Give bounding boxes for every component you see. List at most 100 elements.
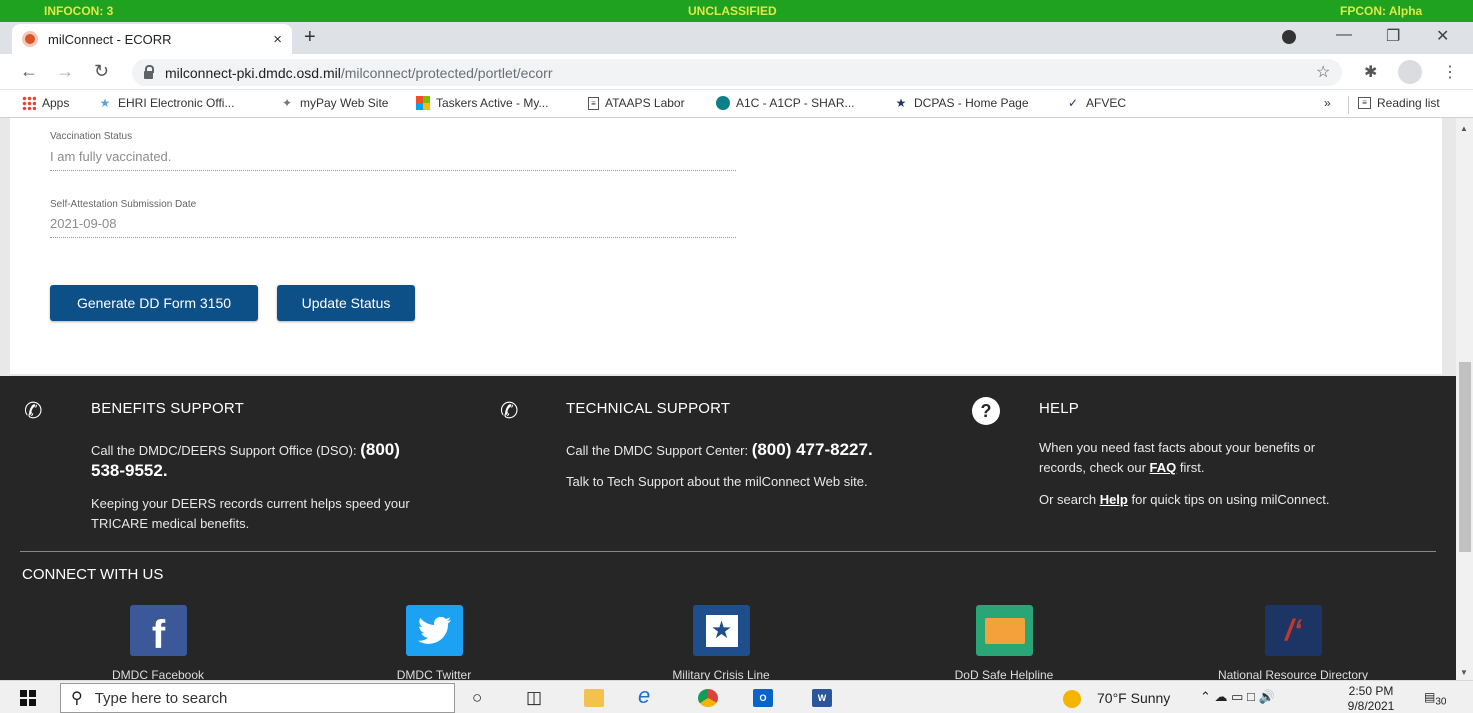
search-icon: ⚲ — [71, 690, 83, 707]
taskbar-clock[interactable]: 2:50 PM 9/8/2021 — [1340, 684, 1402, 713]
crisis-line-label[interactable]: Military Crisis Line — [621, 668, 821, 680]
reading-list-button[interactable]: ≡ Reading list — [1358, 96, 1440, 110]
notification-count: 30 — [1435, 696, 1447, 708]
bookmarks-overflow-icon[interactable]: » — [1324, 96, 1331, 110]
windows-start-icon[interactable] — [20, 690, 36, 706]
bookmark-dcpas[interactable]: ★ DCPAS - Home Page — [894, 96, 1029, 110]
submission-date-label: Self-Attestation Submission Date — [50, 199, 197, 210]
file-explorer-icon[interactable] — [584, 689, 604, 707]
technical-note: Talk to Tech Support about the milConnec… — [566, 474, 868, 489]
bookmark-mypay[interactable]: ✦ myPay Web Site — [280, 96, 389, 110]
nrd-icon[interactable]: /‘ — [1265, 605, 1322, 656]
tab-search-icon[interactable] — [1282, 30, 1296, 44]
help-line: When you need fast facts about your bene… — [1039, 440, 1316, 455]
bookmark-label: A1C - A1CP - SHAR... — [736, 96, 855, 110]
lock-icon[interactable] — [144, 64, 154, 79]
vaccination-status-label: Vaccination Status — [50, 131, 133, 142]
word-icon[interactable]: W — [812, 689, 832, 707]
help-text: When you need fast facts about your bene… — [1039, 438, 1439, 478]
connect-with-us-title: CONNECT WITH US — [22, 566, 164, 583]
eagle-icon: ✦ — [281, 96, 293, 110]
bookmark-apps[interactable]: Apps — [22, 96, 69, 110]
safe-helpline-icon[interactable] — [976, 605, 1033, 656]
scroll-down-icon[interactable]: ▼ — [1460, 668, 1468, 677]
benefits-support-text: Call the DMDC/DEERS Support Office (DSO)… — [91, 440, 491, 482]
nrd-label[interactable]: National Resource Directory — [1193, 668, 1393, 680]
forward-icon[interactable]: → — [56, 61, 74, 82]
crisis-star-glyph: ★ — [705, 614, 738, 647]
bookmark-label: EHRI Electronic Offi... — [118, 96, 235, 110]
facebook-label[interactable]: DMDC Facebook — [58, 668, 258, 680]
help-line: first. — [1176, 460, 1205, 475]
scroll-up-icon[interactable]: ▲ — [1460, 124, 1468, 133]
faq-link[interactable]: FAQ — [1150, 460, 1177, 475]
benefits-note-line: Keeping your DEERS records current helps… — [91, 496, 410, 511]
twitter-label[interactable]: DMDC Twitter — [334, 668, 534, 680]
generate-dd-form-3150-button[interactable]: Generate DD Form 3150 — [50, 285, 258, 321]
new-tab-button[interactable]: + — [304, 26, 316, 49]
scrollbar-thumb[interactable] — [1459, 362, 1471, 552]
nrd-logo-glyph: /‘ — [1285, 613, 1302, 647]
task-view-icon[interactable]: ◫ — [526, 688, 542, 708]
bookmark-afvec[interactable]: ✓ AFVEC — [1066, 96, 1126, 110]
facebook-icon[interactable]: f — [130, 605, 187, 657]
field-underline — [50, 170, 736, 171]
bookmark-a1c[interactable]: A1C - A1CP - SHAR... — [716, 96, 854, 110]
field-underline — [50, 237, 736, 238]
clock-time: 2:50 PM — [1348, 684, 1394, 698]
system-tray-icons[interactable]: ⌃ ☁ ▭ □ 🔊 — [1200, 689, 1275, 705]
back-icon[interactable]: ← — [20, 61, 38, 82]
taskbar-search-input[interactable]: ⚲ Type here to search — [60, 683, 455, 713]
bookmark-label: DCPAS - Home Page — [914, 96, 1029, 110]
minimize-icon[interactable]: — — [1336, 26, 1352, 44]
help-question-icon: ? — [972, 397, 1000, 425]
twitter-icon[interactable] — [406, 605, 463, 656]
weather-sun-icon[interactable] — [1063, 690, 1081, 708]
help-title: HELP — [1039, 400, 1079, 417]
help-link[interactable]: Help — [1100, 492, 1128, 507]
menu-icon[interactable]: ⋮ — [1442, 62, 1458, 82]
restore-icon[interactable]: ❐ — [1386, 26, 1400, 46]
profile-avatar[interactable] — [1398, 60, 1422, 84]
chrome-icon[interactable] — [698, 689, 718, 707]
extensions-icon[interactable]: ✱ — [1364, 62, 1377, 82]
submission-date-value: 2021-09-08 — [50, 216, 117, 231]
internet-explorer-icon[interactable]: e — [638, 683, 650, 709]
bookmark-label: Taskers Active - My... — [436, 96, 549, 110]
technical-support-title: TECHNICAL SUPPORT — [566, 400, 731, 417]
url-host: milconnect-pki.dmdc.osd.mil — [165, 64, 341, 81]
safe-helpline-label[interactable]: DoD Safe Helpline — [904, 668, 1104, 680]
taskbar-search-placeholder: Type here to search — [94, 689, 228, 707]
fpcon-label: FPCON: Alpha — [1340, 4, 1423, 18]
cortana-icon[interactable]: ○ — [472, 688, 482, 708]
browser-tab[interactable]: milConnect - ECORR × — [12, 24, 292, 54]
bookmark-ataaps[interactable]: ≡ ATAAPS Labor — [588, 96, 685, 110]
bookmark-star-icon[interactable]: ☆ — [1316, 62, 1330, 82]
technical-line: Call the DMDC Support Center: — [566, 443, 752, 458]
bookmark-label: AFVEC — [1086, 96, 1127, 110]
punctuation: . — [867, 440, 873, 459]
notification-center-icon[interactable]: ▤30 — [1424, 690, 1446, 707]
close-window-icon[interactable]: ✕ — [1436, 26, 1449, 46]
tab-close-icon[interactable]: × — [273, 31, 282, 48]
clock-date: 9/8/2021 — [1347, 699, 1395, 713]
update-status-button[interactable]: Update Status — [277, 285, 415, 321]
benefits-support-title: BENEFITS SUPPORT — [91, 400, 244, 417]
benefits-note: Keeping your DEERS records current helps… — [91, 494, 511, 534]
punctuation: . — [162, 461, 168, 480]
bookmark-taskers[interactable]: Taskers Active - My... — [416, 96, 548, 110]
classification-label: UNCLASSIFIED — [688, 4, 777, 18]
technical-support-text: Call the DMDC Support Center: (800) 477-… — [566, 440, 966, 461]
page-content: Vaccination Status I am fully vaccinated… — [0, 118, 1473, 376]
footer-divider — [20, 551, 1436, 552]
reload-icon[interactable]: ↻ — [94, 61, 109, 82]
crisis-line-icon[interactable]: ★ — [693, 605, 750, 656]
dcpas-icon: ★ — [895, 96, 907, 110]
bookmark-ehri[interactable]: ★ EHRI Electronic Offi... — [98, 96, 235, 110]
url-field[interactable]: milconnect-pki.dmdc.osd.mil/milconnect/p… — [132, 59, 1342, 86]
screen: INFOCON: 3 UNCLASSIFIED FPCON: Alpha mil… — [0, 0, 1473, 713]
outlook-icon[interactable]: O — [753, 689, 773, 707]
facebook-f-glyph: f — [151, 613, 166, 657]
benefits-phone-number: 538-9552 — [91, 461, 163, 480]
weather-text[interactable]: 70°F Sunny — [1097, 690, 1170, 706]
